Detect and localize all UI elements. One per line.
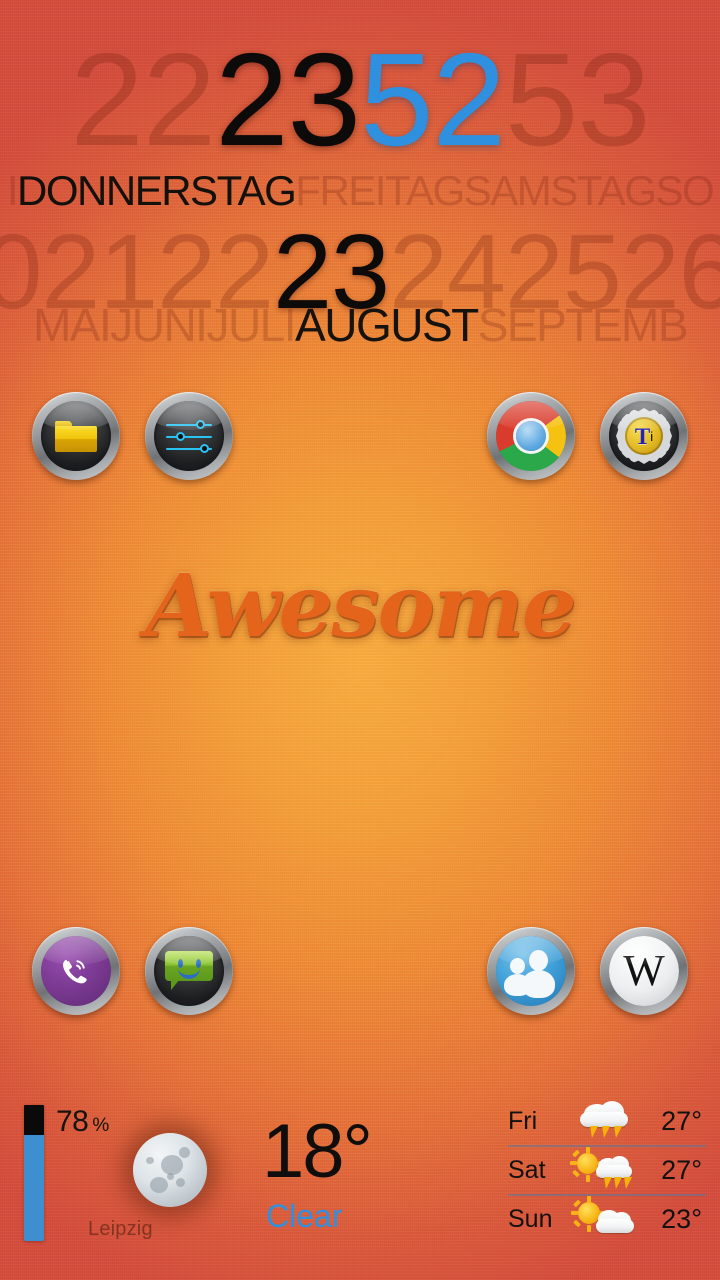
weekday-current: DONNERSTAG — [17, 167, 297, 214]
battery-percent-label: 78% — [56, 1105, 109, 1139]
weekday-after-2: SO — [655, 167, 714, 214]
forecast-temp: 27° — [661, 1155, 702, 1185]
weather-city-label: Leipzig — [88, 1218, 153, 1240]
month-before-1: JUNI — [110, 299, 208, 351]
app-icon-viber[interactable] — [32, 927, 120, 1015]
current-condition: Clear — [266, 1198, 343, 1234]
forecast-row-sun[interactable]: Sun 23° — [508, 1195, 706, 1243]
titanium-mark: T — [634, 423, 651, 449]
weekday-after-1: SAMSTAG — [463, 167, 657, 214]
sun-thunderstorm-icon — [570, 1146, 642, 1193]
forecast-day-label: Sun — [508, 1205, 553, 1233]
minute-current: 52 — [360, 26, 506, 173]
month-before-2: JULI — [206, 299, 296, 351]
battery-level-fill — [24, 1134, 44, 1241]
chrome-icon-face — [496, 401, 566, 471]
titanium-icon: Ti — [616, 408, 672, 464]
homescreen: 22 23 52 53 I DONNERSTAG FREITAG SAMSTAG… — [0, 0, 720, 1280]
clock-calendar-widget[interactable]: 22 23 52 53 I DONNERSTAG FREITAG SAMSTAG… — [0, 0, 720, 351]
app-icon-file-manager[interactable] — [32, 392, 120, 480]
phone-icon — [41, 936, 111, 1006]
wikipedia-icon: W — [609, 936, 679, 1006]
app-icon-contacts[interactable] — [487, 927, 575, 1015]
wikipedia-mark: W — [623, 946, 665, 995]
month-row[interactable]: MAI JUNI JULI AUGUST SEPTEMB — [0, 300, 720, 350]
wikipedia-icon-face: W — [609, 936, 679, 1006]
people-icon — [496, 936, 566, 1006]
sliders-icon — [166, 419, 212, 453]
forecast-list[interactable]: Fri 27° Sat 27° Sun 23° — [508, 1098, 706, 1243]
month-current: AUGUST — [295, 299, 479, 351]
settings-icon-face — [154, 401, 224, 471]
month-after-0: SEPTEMB — [477, 299, 689, 351]
hour-previous: 22 — [70, 26, 216, 173]
current-temperature: 18° — [262, 1109, 373, 1194]
forecast-day-label: Fri — [508, 1107, 538, 1135]
forecast-temp: 23° — [661, 1204, 702, 1234]
battery-percent-unit: % — [92, 1115, 109, 1136]
thunderstorm-icon — [570, 1100, 642, 1144]
forecast-temp: 27° — [661, 1106, 702, 1136]
app-icon-messaging[interactable] — [145, 927, 233, 1015]
time-row[interactable]: 22 23 52 53 — [0, 30, 720, 170]
app-icon-settings[interactable] — [145, 392, 233, 480]
messaging-icon-face — [154, 936, 224, 1006]
moon-phase-icon[interactable] — [133, 1133, 207, 1207]
weekday-before: I — [6, 167, 19, 214]
app-icon-chrome[interactable] — [487, 392, 575, 480]
viber-icon-face — [41, 936, 111, 1006]
battery-level-bar[interactable] — [24, 1105, 44, 1241]
minute-next: 53 — [504, 26, 651, 173]
app-icon-titanium-backup[interactable]: Ti — [600, 392, 688, 480]
forecast-day-label: Sat — [508, 1156, 546, 1184]
branding-text: Awesome — [145, 556, 576, 657]
month-before-0: MAI — [32, 299, 112, 351]
contacts-icon-face — [496, 936, 566, 1006]
battery-percent-value: 78 — [56, 1105, 89, 1138]
chrome-icon — [496, 401, 566, 471]
sms-bubble-icon — [165, 951, 213, 991]
file-manager-icon-face — [41, 401, 111, 471]
weekday-row[interactable]: I DONNERSTAG FREITAG SAMSTAG SO — [0, 168, 720, 214]
weekday-after-0: FREITAG — [295, 167, 465, 214]
sun-cloud-icon — [570, 1195, 642, 1242]
app-icon-wikipedia[interactable]: W — [600, 927, 688, 1015]
folder-icon — [55, 420, 97, 452]
forecast-row-fri[interactable]: Fri 27° — [508, 1098, 706, 1147]
hour-current: 23 — [215, 26, 361, 173]
titanium-mark-sub: i — [650, 428, 654, 444]
forecast-row-sat[interactable]: Sat 27° — [508, 1146, 706, 1196]
titanium-backup-icon-face: Ti — [609, 401, 679, 471]
